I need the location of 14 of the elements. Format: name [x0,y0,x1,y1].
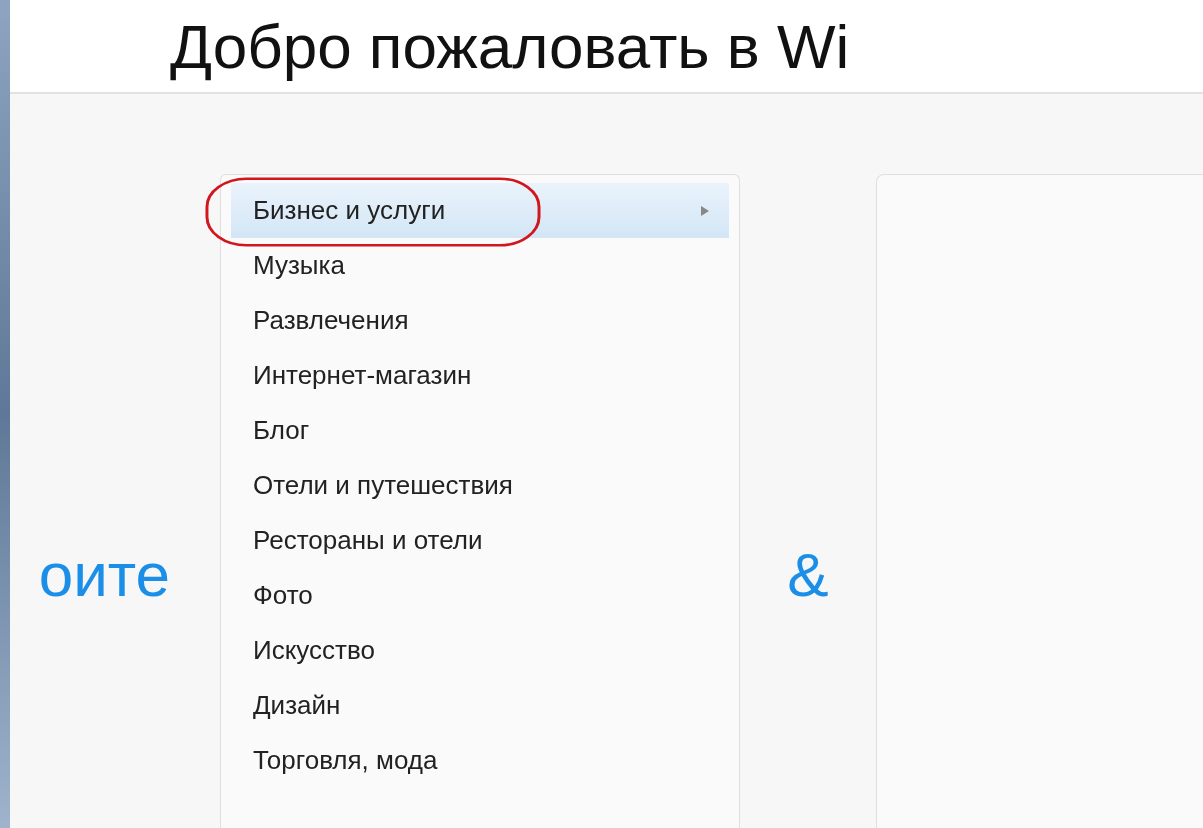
category-item[interactable]: Отели и путешествия [231,458,729,513]
welcome-title: Добро пожаловать в Wi [170,10,850,82]
category-item[interactable]: Фото [231,568,729,623]
category-item[interactable]: Музыка [231,238,729,293]
heading-fragment: оите [38,544,170,606]
ampersand: & [787,544,829,611]
category-item[interactable]: Торговля, мода [231,733,729,788]
category-item[interactable]: Бизнес и услуги [231,183,729,238]
category-item[interactable]: Блог [231,403,729,458]
category-item[interactable]: Интернет-магазин [231,348,729,403]
category-item[interactable]: Дизайн [231,678,729,733]
category-item[interactable]: Рестораны и отели [231,513,729,568]
category-item[interactable]: Искусство [231,623,729,678]
category-item[interactable]: Развлечения [231,293,729,348]
